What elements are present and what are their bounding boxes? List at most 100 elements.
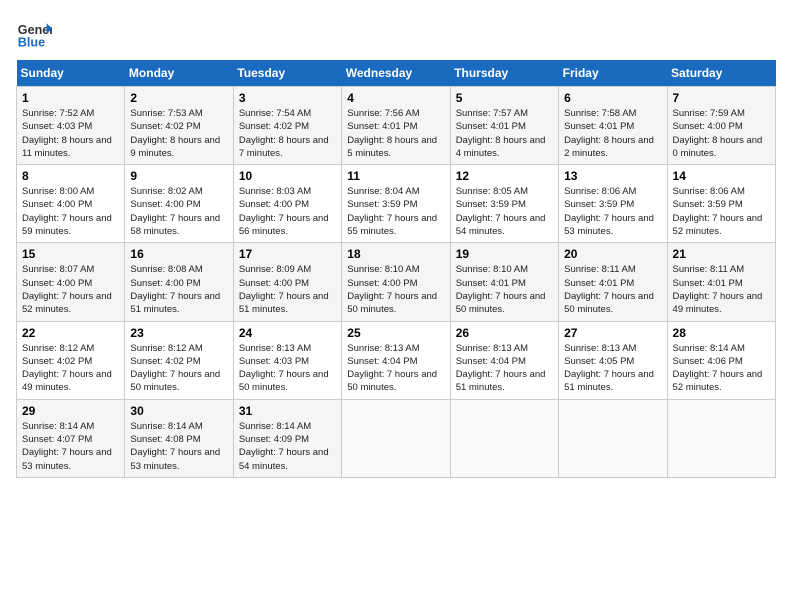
sunrise-label: Sunrise: 8:03 AM xyxy=(239,186,311,197)
sunrise-label: Sunrise: 7:54 AM xyxy=(239,108,311,119)
calendar-cell: 14 Sunrise: 8:06 AM Sunset: 3:59 PM Dayl… xyxy=(667,165,775,243)
day-number: 12 xyxy=(456,169,553,183)
daylight-label: Daylight: 7 hours and 49 minutes. xyxy=(22,369,112,393)
day-number: 17 xyxy=(239,247,336,261)
daylight-label: Daylight: 7 hours and 50 minutes. xyxy=(456,291,546,315)
daylight-label: Daylight: 7 hours and 51 minutes. xyxy=(130,291,220,315)
day-info: Sunrise: 8:13 AM Sunset: 4:03 PM Dayligh… xyxy=(239,342,336,395)
daylight-label: Daylight: 7 hours and 51 minutes. xyxy=(456,369,546,393)
week-row-3: 15 Sunrise: 8:07 AM Sunset: 4:00 PM Dayl… xyxy=(17,243,776,321)
day-info: Sunrise: 8:03 AM Sunset: 4:00 PM Dayligh… xyxy=(239,185,336,238)
sunset-label: Sunset: 4:01 PM xyxy=(564,278,634,289)
daylight-label: Daylight: 8 hours and 5 minutes. xyxy=(347,135,437,159)
day-info: Sunrise: 8:14 AM Sunset: 4:07 PM Dayligh… xyxy=(22,420,119,473)
sunrise-label: Sunrise: 8:07 AM xyxy=(22,264,94,275)
sunrise-label: Sunrise: 8:11 AM xyxy=(673,264,745,275)
day-header-monday: Monday xyxy=(125,60,233,87)
day-number: 24 xyxy=(239,326,336,340)
daylight-label: Daylight: 7 hours and 50 minutes. xyxy=(239,369,329,393)
sunset-label: Sunset: 4:01 PM xyxy=(456,278,526,289)
day-number: 6 xyxy=(564,91,661,105)
calendar-cell: 23 Sunrise: 8:12 AM Sunset: 4:02 PM Dayl… xyxy=(125,321,233,399)
sunset-label: Sunset: 4:01 PM xyxy=(347,121,417,132)
day-number: 28 xyxy=(673,326,770,340)
sunset-label: Sunset: 3:59 PM xyxy=(564,199,634,210)
day-number: 8 xyxy=(22,169,119,183)
calendar-cell: 27 Sunrise: 8:13 AM Sunset: 4:05 PM Dayl… xyxy=(559,321,667,399)
week-row-1: 1 Sunrise: 7:52 AM Sunset: 4:03 PM Dayli… xyxy=(17,87,776,165)
daylight-label: Daylight: 7 hours and 59 minutes. xyxy=(22,213,112,237)
day-info: Sunrise: 8:13 AM Sunset: 4:05 PM Dayligh… xyxy=(564,342,661,395)
sunset-label: Sunset: 4:00 PM xyxy=(673,121,743,132)
sunset-label: Sunset: 3:59 PM xyxy=(456,199,526,210)
daylight-label: Daylight: 7 hours and 52 minutes. xyxy=(673,213,763,237)
daylight-label: Daylight: 7 hours and 50 minutes. xyxy=(130,369,220,393)
calendar-cell: 10 Sunrise: 8:03 AM Sunset: 4:00 PM Dayl… xyxy=(233,165,341,243)
calendar-cell: 22 Sunrise: 8:12 AM Sunset: 4:02 PM Dayl… xyxy=(17,321,125,399)
sunrise-label: Sunrise: 8:12 AM xyxy=(130,343,202,354)
day-info: Sunrise: 8:10 AM Sunset: 4:01 PM Dayligh… xyxy=(456,263,553,316)
day-info: Sunrise: 8:12 AM Sunset: 4:02 PM Dayligh… xyxy=(130,342,227,395)
sunset-label: Sunset: 4:02 PM xyxy=(130,356,200,367)
calendar-cell: 30 Sunrise: 8:14 AM Sunset: 4:08 PM Dayl… xyxy=(125,399,233,477)
week-row-2: 8 Sunrise: 8:00 AM Sunset: 4:00 PM Dayli… xyxy=(17,165,776,243)
sunset-label: Sunset: 4:00 PM xyxy=(22,199,92,210)
calendar-cell: 11 Sunrise: 8:04 AM Sunset: 3:59 PM Dayl… xyxy=(342,165,450,243)
sunrise-label: Sunrise: 8:06 AM xyxy=(564,186,636,197)
day-info: Sunrise: 8:06 AM Sunset: 3:59 PM Dayligh… xyxy=(564,185,661,238)
day-number: 29 xyxy=(22,404,119,418)
day-info: Sunrise: 8:05 AM Sunset: 3:59 PM Dayligh… xyxy=(456,185,553,238)
calendar-cell: 2 Sunrise: 7:53 AM Sunset: 4:02 PM Dayli… xyxy=(125,87,233,165)
sunrise-label: Sunrise: 8:13 AM xyxy=(347,343,419,354)
sunset-label: Sunset: 4:06 PM xyxy=(673,356,743,367)
day-info: Sunrise: 8:06 AM Sunset: 3:59 PM Dayligh… xyxy=(673,185,770,238)
day-info: Sunrise: 8:02 AM Sunset: 4:00 PM Dayligh… xyxy=(130,185,227,238)
sunrise-label: Sunrise: 8:14 AM xyxy=(22,421,94,432)
day-info: Sunrise: 7:56 AM Sunset: 4:01 PM Dayligh… xyxy=(347,107,444,160)
day-info: Sunrise: 7:52 AM Sunset: 4:03 PM Dayligh… xyxy=(22,107,119,160)
sunrise-label: Sunrise: 8:11 AM xyxy=(564,264,636,275)
calendar-cell: 19 Sunrise: 8:10 AM Sunset: 4:01 PM Dayl… xyxy=(450,243,558,321)
day-info: Sunrise: 7:54 AM Sunset: 4:02 PM Dayligh… xyxy=(239,107,336,160)
sunrise-label: Sunrise: 8:14 AM xyxy=(239,421,311,432)
day-number: 11 xyxy=(347,169,444,183)
sunrise-label: Sunrise: 7:57 AM xyxy=(456,108,528,119)
sunrise-label: Sunrise: 8:09 AM xyxy=(239,264,311,275)
calendar-cell xyxy=(667,399,775,477)
day-number: 7 xyxy=(673,91,770,105)
calendar-cell: 24 Sunrise: 8:13 AM Sunset: 4:03 PM Dayl… xyxy=(233,321,341,399)
day-info: Sunrise: 8:10 AM Sunset: 4:00 PM Dayligh… xyxy=(347,263,444,316)
day-header-friday: Friday xyxy=(559,60,667,87)
sunset-label: Sunset: 4:03 PM xyxy=(239,356,309,367)
day-number: 4 xyxy=(347,91,444,105)
calendar-cell: 26 Sunrise: 8:13 AM Sunset: 4:04 PM Dayl… xyxy=(450,321,558,399)
sunset-label: Sunset: 4:04 PM xyxy=(456,356,526,367)
sunset-label: Sunset: 4:04 PM xyxy=(347,356,417,367)
day-header-tuesday: Tuesday xyxy=(233,60,341,87)
day-info: Sunrise: 8:11 AM Sunset: 4:01 PM Dayligh… xyxy=(564,263,661,316)
sunrise-label: Sunrise: 8:06 AM xyxy=(673,186,745,197)
calendar-cell: 29 Sunrise: 8:14 AM Sunset: 4:07 PM Dayl… xyxy=(17,399,125,477)
calendar-cell: 28 Sunrise: 8:14 AM Sunset: 4:06 PM Dayl… xyxy=(667,321,775,399)
day-number: 21 xyxy=(673,247,770,261)
daylight-label: Daylight: 7 hours and 54 minutes. xyxy=(239,447,329,471)
sunset-label: Sunset: 4:03 PM xyxy=(22,121,92,132)
week-row-5: 29 Sunrise: 8:14 AM Sunset: 4:07 PM Dayl… xyxy=(17,399,776,477)
sunrise-label: Sunrise: 8:05 AM xyxy=(456,186,528,197)
sunset-label: Sunset: 4:07 PM xyxy=(22,434,92,445)
sunset-label: Sunset: 4:05 PM xyxy=(564,356,634,367)
day-info: Sunrise: 8:12 AM Sunset: 4:02 PM Dayligh… xyxy=(22,342,119,395)
calendar-cell: 7 Sunrise: 7:59 AM Sunset: 4:00 PM Dayli… xyxy=(667,87,775,165)
sunrise-label: Sunrise: 8:02 AM xyxy=(130,186,202,197)
day-number: 5 xyxy=(456,91,553,105)
sunset-label: Sunset: 4:00 PM xyxy=(239,199,309,210)
day-number: 19 xyxy=(456,247,553,261)
daylight-label: Daylight: 7 hours and 52 minutes. xyxy=(22,291,112,315)
calendar-cell: 16 Sunrise: 8:08 AM Sunset: 4:00 PM Dayl… xyxy=(125,243,233,321)
sunrise-label: Sunrise: 8:13 AM xyxy=(456,343,528,354)
day-info: Sunrise: 8:09 AM Sunset: 4:00 PM Dayligh… xyxy=(239,263,336,316)
sunrise-label: Sunrise: 8:04 AM xyxy=(347,186,419,197)
day-info: Sunrise: 8:07 AM Sunset: 4:00 PM Dayligh… xyxy=(22,263,119,316)
calendar-body: 1 Sunrise: 7:52 AM Sunset: 4:03 PM Dayli… xyxy=(17,87,776,478)
daylight-label: Daylight: 8 hours and 11 minutes. xyxy=(22,135,112,159)
